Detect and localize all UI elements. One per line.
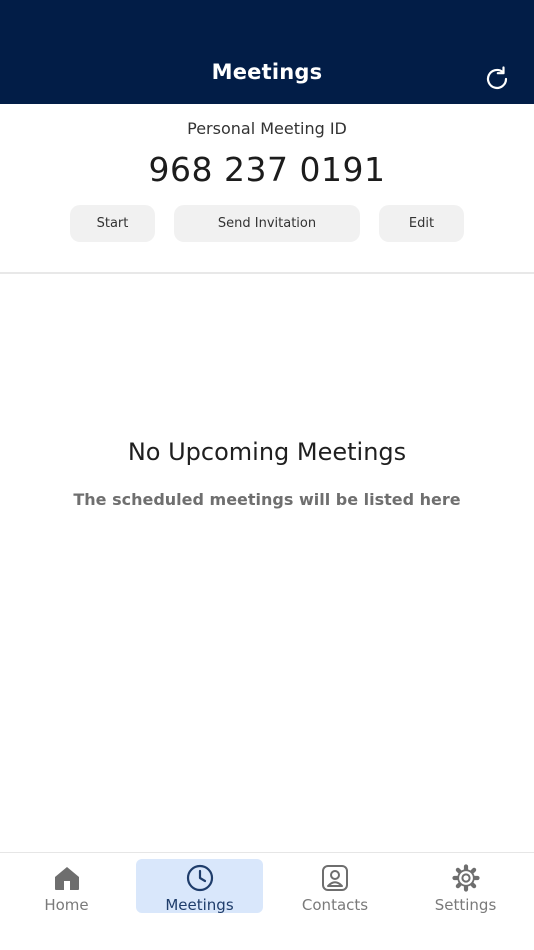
tab-meetings[interactable]: Meetings	[136, 859, 263, 914]
tab-settings[interactable]: Settings	[400, 859, 531, 914]
tab-home[interactable]: Home	[0, 859, 133, 914]
top-app-bar: Meetings	[0, 0, 534, 104]
personal-meeting-id-panel: Personal Meeting ID 968 237 0191 Start S…	[0, 104, 534, 274]
edit-button[interactable]: Edit	[379, 205, 464, 242]
home-icon	[54, 867, 79, 890]
tab-contacts-label: Contacts	[301, 896, 369, 914]
pmi-label: Personal Meeting ID	[187, 119, 347, 138]
tab-meetings-label: Meetings	[165, 896, 234, 914]
refresh-icon	[486, 66, 508, 90]
send-invitation-button[interactable]: Send Invitation	[174, 205, 360, 242]
empty-state-title: No Upcoming Meetings	[127, 438, 407, 466]
refresh-button[interactable]	[482, 64, 512, 94]
tab-settings-label: Settings	[434, 896, 497, 914]
pmi-number: 968 237 0191	[148, 150, 386, 189]
clock-icon	[186, 864, 213, 892]
contact-card-icon	[322, 865, 348, 891]
tab-contacts[interactable]: Contacts	[271, 859, 399, 914]
meetings-screen: Meetings Personal Meeting ID 968 237 019…	[0, 0, 534, 950]
bottom-tab-bar: Home Meetings Contacts Settings	[0, 852, 534, 950]
page-title: Meetings	[211, 60, 323, 84]
empty-state-subtitle: The scheduled meetings will be listed he…	[73, 490, 461, 509]
tab-home-label: Home	[44, 896, 89, 914]
start-button[interactable]: Start	[70, 205, 155, 242]
gear-icon	[451, 864, 480, 892]
